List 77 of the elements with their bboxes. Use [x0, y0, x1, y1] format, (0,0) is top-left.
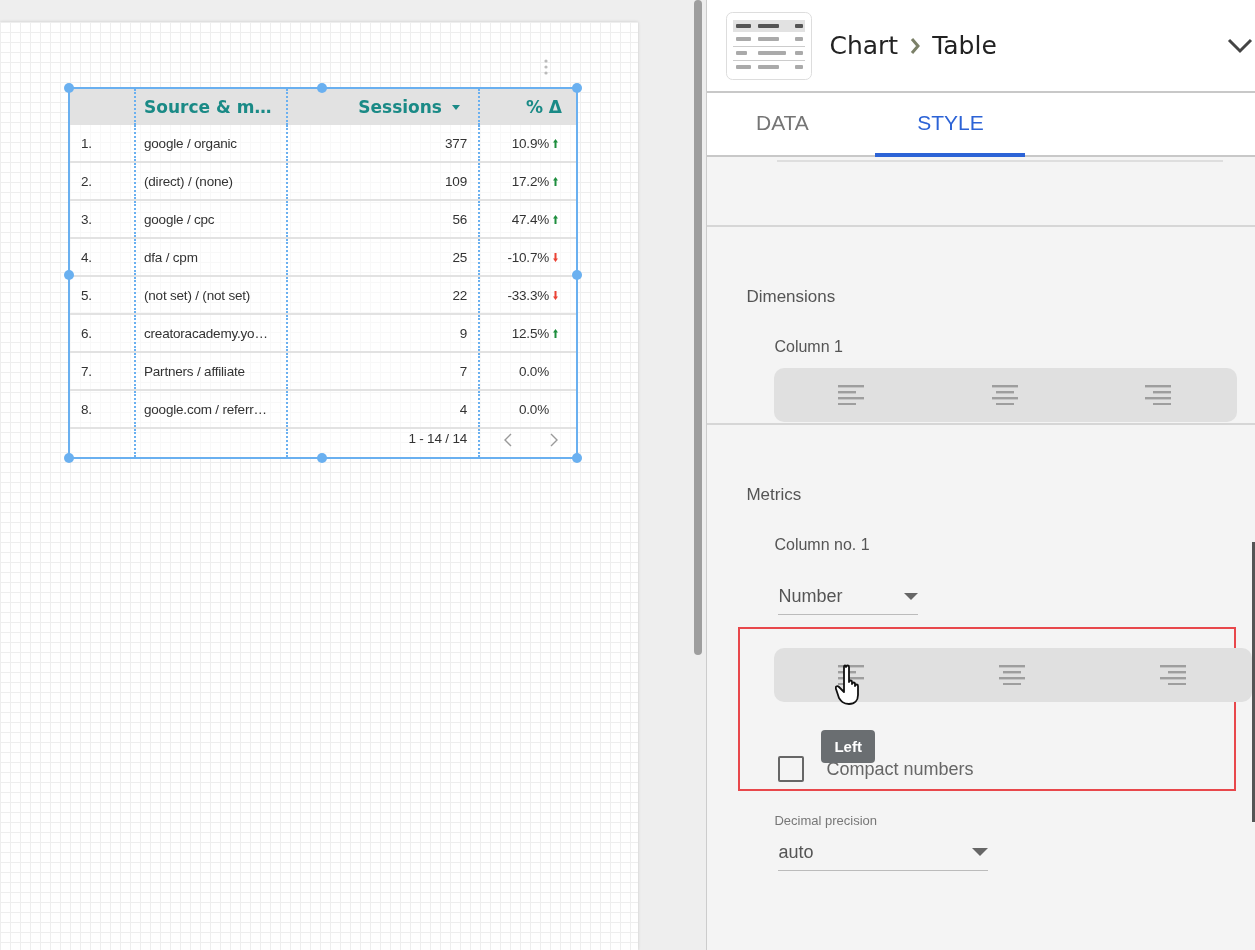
table-cell: 377: [445, 135, 467, 151]
table-cell: 10.9%: [511, 135, 549, 151]
row-number: 2.: [81, 173, 92, 189]
resize-handle[interactable]: [64, 270, 74, 280]
previous-page-icon[interactable]: [504, 433, 512, 447]
resize-handle[interactable]: [572, 83, 582, 93]
table-cell: dfa / cpm: [144, 249, 198, 265]
section-title: Dimensions: [746, 287, 837, 307]
table-cell: google / organic: [144, 135, 237, 151]
chevron-right-icon: [910, 37, 921, 54]
table-cell: 0.0%: [519, 401, 549, 417]
up-arrow-icon: [553, 176, 558, 186]
align-center-icon[interactable]: [999, 665, 1026, 685]
up-arrow-icon: [553, 328, 558, 338]
table-cell: 12.5%: [511, 325, 549, 341]
table-cell: 109: [445, 173, 467, 189]
resize-handle[interactable]: [317, 83, 327, 93]
tooltip: Left: [821, 730, 875, 763]
down-arrow-icon: [553, 290, 558, 300]
up-arrow-icon: [553, 214, 558, 224]
resize-handle[interactable]: [317, 453, 327, 463]
table-cell: -10.7%: [507, 249, 549, 265]
next-page-icon[interactable]: [550, 433, 558, 447]
table-cell: google.com / referr…: [144, 401, 267, 417]
table-cell: 9: [459, 325, 467, 341]
table-cell: (direct) / (none): [144, 173, 233, 189]
table-cell: 0.0%: [519, 363, 549, 379]
table-cell: (not set) / (not set): [144, 287, 251, 303]
scrollbar[interactable]: [694, 0, 702, 655]
row-number: 1.: [81, 135, 92, 151]
column-header[interactable]: Sessions: [358, 97, 442, 117]
row-number: 7.: [81, 363, 92, 379]
resize-handle[interactable]: [64, 453, 74, 463]
dropdown-caret-icon: [904, 592, 919, 600]
precision-dropdown[interactable]: auto: [778, 834, 989, 871]
table-cell: 47.4%: [511, 211, 549, 227]
table-cell: 25: [452, 249, 467, 265]
resize-handle[interactable]: [572, 453, 582, 463]
align-center-icon[interactable]: [991, 385, 1018, 405]
column-header[interactable]: Source & m…: [144, 97, 272, 117]
column-label: Column 1: [774, 338, 844, 356]
table-chart-icon[interactable]: [726, 11, 813, 80]
table-cell: 7: [459, 363, 467, 379]
row-number: 3.: [81, 211, 92, 227]
table-cell: Partners / affiliate: [144, 363, 245, 379]
table-cell: google / cpc: [144, 211, 215, 227]
pagination-text: 1 - 14 / 14: [408, 431, 467, 446]
row-number: 8.: [81, 401, 92, 417]
align-right-icon[interactable]: [1160, 665, 1187, 685]
column-header[interactable]: % Δ: [525, 97, 562, 117]
field-label: Decimal precision: [774, 813, 879, 828]
resize-handle[interactable]: [572, 270, 582, 280]
row-number: 5.: [81, 287, 92, 303]
tab[interactable]: DATA: [725, 93, 840, 157]
section-title: Metrics: [746, 485, 803, 505]
table-cell: creatoracademy.yo…: [144, 325, 268, 341]
breadcrumb-item: Table: [932, 31, 997, 60]
table-cell: 56: [452, 211, 467, 227]
up-arrow-icon: [553, 138, 558, 148]
chevron-down-icon[interactable]: [1227, 37, 1253, 54]
down-arrow-icon: [553, 252, 558, 262]
table-cell: 4: [459, 401, 467, 417]
table-cell: 17.2%: [511, 173, 549, 189]
table-cell: 22: [452, 287, 467, 303]
row-number: 6.: [81, 325, 92, 341]
row-number: 4.: [81, 249, 92, 265]
sort-caret-icon[interactable]: [452, 104, 460, 110]
format-dropdown[interactable]: Number: [778, 578, 919, 615]
table-cell: -33.3%: [507, 287, 549, 303]
align-right-icon[interactable]: [1145, 385, 1171, 405]
resize-handle[interactable]: [64, 83, 74, 93]
breadcrumb-item: Chart: [829, 31, 899, 60]
checkbox[interactable]: [778, 756, 805, 782]
scrollbar[interactable]: [1252, 542, 1255, 822]
more-options-icon[interactable]: [544, 59, 548, 75]
dropdown-caret-icon: [972, 848, 989, 856]
column-label: Column no. 1: [774, 536, 871, 554]
